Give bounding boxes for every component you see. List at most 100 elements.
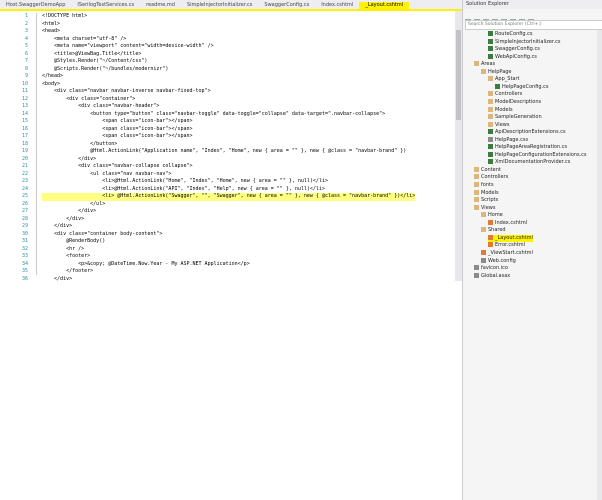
folder-icon xyxy=(474,174,479,180)
solution-tree-item[interactable]: App_Start xyxy=(488,76,519,83)
code-line[interactable]: <html> xyxy=(42,21,60,29)
code-line[interactable]: </button> xyxy=(42,141,117,149)
solution-tree-item[interactable]: SwaggerConfig.cs xyxy=(488,46,540,53)
code-line[interactable]: </div> xyxy=(42,216,84,224)
solution-tree-item[interactable]: Error.cshtml xyxy=(488,242,525,249)
solution-tree-item[interactable]: Areas xyxy=(474,61,495,68)
line-number: 26 xyxy=(21,200,28,207)
code-line[interactable]: <div class="navbar-collapse collapse"> xyxy=(42,163,192,171)
solution-tree-item-label: Controllers xyxy=(481,174,509,181)
solution-tree-item[interactable]: Models xyxy=(474,189,499,197)
solution-tree-item-label: Web.config xyxy=(488,257,516,264)
code-line[interactable]: <div class="navbar-header"> xyxy=(42,103,159,111)
code-line[interactable]: <head> xyxy=(42,28,60,36)
csharp-file-icon xyxy=(488,38,493,44)
code-line[interactable]: <footer> xyxy=(42,253,90,261)
solution-tree-item[interactable]: XmlDocumentationProvider.cs xyxy=(488,159,570,166)
document-tab[interactable]: Index.cshtml xyxy=(315,2,359,9)
solution-tree-item[interactable]: _Layout.cshtml xyxy=(488,234,533,242)
code-line[interactable]: <meta name="viewport" content="width=dev… xyxy=(42,43,214,51)
line-number: 4 xyxy=(24,35,28,42)
solution-tree-item[interactable]: Index.cshtml xyxy=(488,219,528,227)
solution-tree-item-label: favicon.ico xyxy=(481,265,508,272)
code-line[interactable]: <title>@ViewBag.Title</title> xyxy=(42,51,141,59)
code-line[interactable]: @RenderBody() xyxy=(42,238,105,246)
solution-tree-item[interactable]: Models xyxy=(488,106,513,114)
solution-tree-item[interactable]: Scripts xyxy=(474,197,498,204)
line-number: 16 xyxy=(21,125,28,132)
document-tab[interactable]: ISerilogTestServices.cs xyxy=(71,2,140,9)
solution-explorer-search-input[interactable]: Search Solution Explorer (Ctrl+;) xyxy=(465,20,602,30)
document-tab[interactable]: SimpleInjectorInitializer.cs xyxy=(181,2,258,9)
solution-tree-item[interactable]: favicon.ico xyxy=(474,265,508,272)
solution-tree-item[interactable]: Shared xyxy=(481,227,506,234)
solution-tree-item[interactable]: _ViewStart.cshtml xyxy=(481,249,533,257)
code-line[interactable]: <!DOCTYPE html> xyxy=(42,13,87,21)
code-line[interactable]: @Html.ActionLink("Application name", "In… xyxy=(42,148,406,156)
solution-tree-item[interactable]: Controllers xyxy=(488,91,522,98)
solution-tree-item[interactable]: Views xyxy=(474,204,495,212)
document-tab[interactable]: Host.SwaggerDemoApp xyxy=(0,2,71,9)
folder-icon xyxy=(488,98,493,104)
code-line[interactable]: </ul> xyxy=(42,201,105,209)
code-line[interactable]: </head> xyxy=(42,73,63,81)
code-line[interactable]: </div> xyxy=(42,156,96,164)
code-editor[interactable]: 1 <!DOCTYPE html> 2 <html> 3 <head> 4 <meta ch… xyxy=(0,11,462,281)
code-line[interactable]: <body> xyxy=(42,81,60,89)
code-line[interactable]: <li>@Html.ActionLink("API", "Index", "He… xyxy=(42,186,325,194)
solution-tree-item[interactable]: Home xyxy=(481,212,503,219)
solution-tree-item[interactable]: fonts xyxy=(474,182,494,189)
solution-tree-item[interactable]: HelpPageAreaRegistration.cs xyxy=(488,144,567,151)
line-number: 14 xyxy=(21,110,28,117)
solution-explorer-panel: Solution Explorer Search Solution Explor… xyxy=(462,0,602,500)
solution-tree-item[interactable]: HelpPage xyxy=(481,68,512,76)
code-line[interactable]: <p>&copy; @DateTime.Now.Year - My ASP.NE… xyxy=(42,261,250,269)
code-line[interactable]: </div> xyxy=(42,223,72,231)
code-line[interactable]: <li>@Html.ActionLink("Home", "Index", "H… xyxy=(42,178,328,186)
solution-tree-item[interactable]: HelpPage.css xyxy=(488,136,528,144)
csharp-file-icon xyxy=(488,31,493,36)
solution-tree-item[interactable]: ModelDescriptions xyxy=(488,98,541,106)
code-line[interactable]: </footer> xyxy=(42,268,93,276)
editor-empty-area[interactable] xyxy=(0,281,462,500)
solution-tree-item-label: Index.cshtml xyxy=(495,219,528,226)
solution-tree-item[interactable]: Views xyxy=(488,121,509,129)
solution-tree-item[interactable]: HelpPageConfig.cs xyxy=(495,83,549,91)
solution-tree-item-label: Global.asax xyxy=(481,272,511,279)
solution-tree-item[interactable]: Web.config xyxy=(481,257,516,265)
document-tab[interactable]: _Layout.cshtml xyxy=(359,2,410,9)
code-line[interactable]: <span class="icon-bar"></span> xyxy=(42,133,192,141)
code-line[interactable]: @Styles.Render("~/Content/css") xyxy=(42,58,147,66)
solution-explorer-toolbar xyxy=(463,10,602,25)
solution-explorer-scrollbar[interactable] xyxy=(597,30,602,500)
folder-icon xyxy=(474,166,479,172)
solution-tree-item[interactable]: Content xyxy=(474,166,501,174)
line-number: 7 xyxy=(24,58,28,64)
code-line[interactable]: <li> @Html.ActionLink("Swagger", "", "Sw… xyxy=(42,193,416,201)
solution-tree-item[interactable]: WebApiConfig.cs xyxy=(488,53,537,61)
solution-tree-item-label: _ViewStart.cshtml xyxy=(488,249,533,256)
code-line[interactable]: @Scripts.Render("~/bundles/modernizr") xyxy=(42,66,168,74)
solution-tree-item[interactable]: Controllers xyxy=(474,174,508,181)
code-line[interactable]: <div class="container"> xyxy=(42,96,135,104)
solution-tree-item[interactable]: SampleGeneration xyxy=(488,114,542,121)
line-number: 5 xyxy=(24,43,28,49)
code-line[interactable]: <span class="icon-bar"></span> xyxy=(42,118,192,126)
solution-tree-item-label: XmlDocumentationProvider.cs xyxy=(495,159,571,166)
document-tab[interactable]: readme.md xyxy=(140,2,181,9)
code-line[interactable]: <span class="icon-bar"></span> xyxy=(42,126,192,134)
code-line[interactable]: <ul class="nav navbar-nav"> xyxy=(42,171,171,179)
solution-tree-item[interactable]: ApiDescriptionExtensions.cs xyxy=(488,129,566,136)
code-line[interactable]: <div class="container body-content"> xyxy=(42,231,162,239)
code-line[interactable]: <button type="button" class="navbar-togg… xyxy=(42,111,385,119)
solution-tree-item[interactable]: HelpPageConfigurationExtensions.cs xyxy=(488,151,587,159)
solution-tree-item[interactable]: SimpleInjectorInitializer.cs xyxy=(488,38,560,46)
code-line[interactable]: </div> xyxy=(42,208,96,216)
editor-scroll-thumb[interactable] xyxy=(456,30,461,120)
code-line[interactable]: <div class="navbar navbar-inverse navbar… xyxy=(42,88,211,96)
code-line[interactable]: <hr /> xyxy=(42,246,84,254)
document-tab[interactable]: SwaggerConfig.cs xyxy=(258,2,315,9)
solution-tree-item[interactable]: RouteConfig.cs xyxy=(488,31,533,38)
code-line[interactable]: <meta charset="utf-8" /> xyxy=(42,36,126,44)
solution-tree-item[interactable]: Global.asax xyxy=(474,272,511,280)
